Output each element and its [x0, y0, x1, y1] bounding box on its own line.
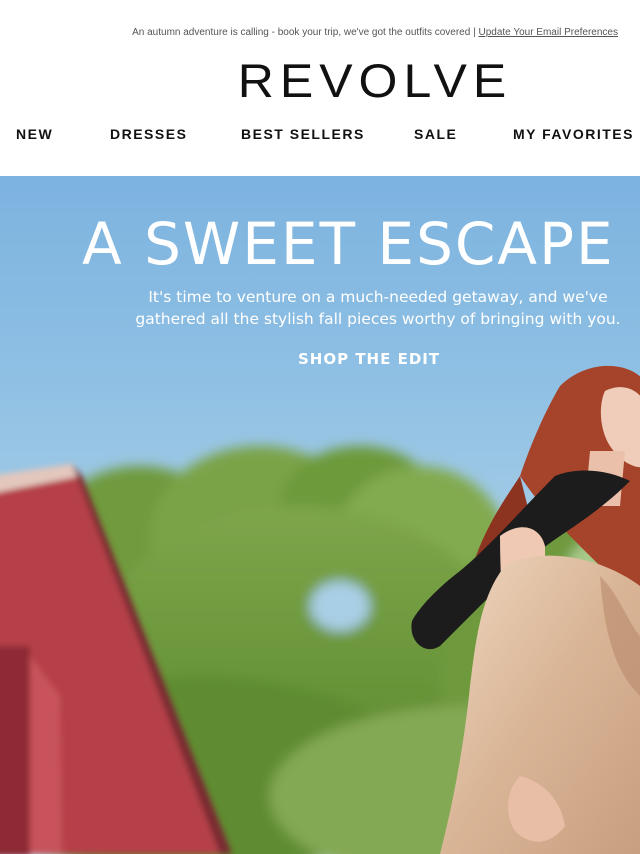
main-nav: NEW DRESSES BEST SELLERS SALE MY FAVORIT… — [0, 126, 640, 146]
revolve-logo[interactable]: REVOLVE — [0, 57, 640, 105]
hero-copy-line-2: gathered all the stylish fall pieces wor… — [135, 310, 621, 328]
hero-copy: It's time to venture on a much-needed ge… — [98, 286, 640, 330]
nav-item-my-favorites[interactable]: MY FAVORITES — [513, 126, 634, 142]
nav-item-dresses[interactable]: DRESSES — [110, 126, 187, 142]
hero-banner[interactable]: A SWEET ESCAPE It's time to venture on a… — [0, 176, 640, 854]
nav-item-new[interactable]: NEW — [16, 126, 53, 142]
nav-item-sale[interactable]: SALE — [414, 126, 457, 142]
preheader: An autumn adventure is calling - book yo… — [0, 27, 618, 38]
nav-item-best-sellers[interactable]: BEST SELLERS — [241, 126, 365, 142]
hero-copy-line-1: It's time to venture on a much-needed ge… — [148, 288, 608, 306]
update-email-preferences-link[interactable]: Update Your Email Preferences — [478, 27, 618, 38]
hero-title: A SWEET ESCAPE — [82, 210, 615, 278]
preheader-message: An autumn adventure is calling - book yo… — [132, 27, 476, 38]
shop-the-edit-button[interactable]: SHOP THE EDIT — [298, 350, 440, 368]
